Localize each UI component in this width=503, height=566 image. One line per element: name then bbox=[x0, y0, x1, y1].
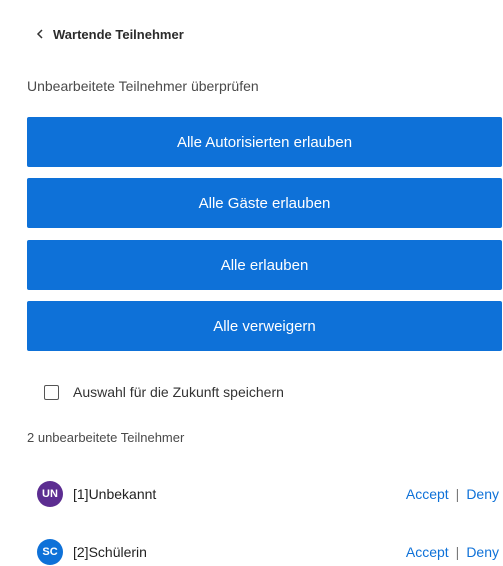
accept-link[interactable]: Accept bbox=[406, 544, 449, 560]
back-button[interactable]: Wartende Teilnehmer bbox=[33, 24, 184, 44]
deny-link[interactable]: Deny bbox=[466, 544, 499, 560]
deny-all-button[interactable]: Alle verweigern bbox=[27, 301, 502, 351]
participant-name: [2]Schülerin bbox=[73, 544, 147, 560]
participant-actions: Accept | Deny bbox=[406, 544, 499, 560]
back-label: Wartende Teilnehmer bbox=[53, 26, 184, 42]
participant-row: UN [1]Unbekannt Accept | Deny bbox=[37, 480, 503, 508]
chevron-left-icon bbox=[36, 29, 43, 39]
action-separator: | bbox=[455, 486, 460, 502]
avatar: UN bbox=[37, 481, 63, 507]
remember-checkbox[interactable] bbox=[44, 384, 59, 400]
remember-label: Auswahl für die Zukunft speichern bbox=[73, 384, 284, 400]
avatar: SC bbox=[37, 539, 63, 565]
participant-actions: Accept | Deny bbox=[406, 486, 499, 502]
remember-choice-option[interactable]: Auswahl für die Zukunft speichern bbox=[44, 384, 284, 400]
participant-count: 2 unbearbeitete Teilnehmer bbox=[27, 430, 185, 445]
action-separator: | bbox=[455, 544, 460, 560]
participant-row: SC [2]Schülerin Accept | Deny bbox=[37, 538, 503, 566]
allow-all-button[interactable]: Alle erlauben bbox=[27, 240, 502, 290]
page-subtitle: Unbearbeitete Teilnehmer überprüfen bbox=[27, 78, 259, 94]
deny-link[interactable]: Deny bbox=[466, 486, 499, 502]
allow-guests-button[interactable]: Alle Gäste erlauben bbox=[27, 178, 502, 228]
participant-name: [1]Unbekannt bbox=[73, 486, 157, 502]
allow-authorized-button[interactable]: Alle Autorisierten erlauben bbox=[27, 117, 502, 167]
accept-link[interactable]: Accept bbox=[406, 486, 449, 502]
